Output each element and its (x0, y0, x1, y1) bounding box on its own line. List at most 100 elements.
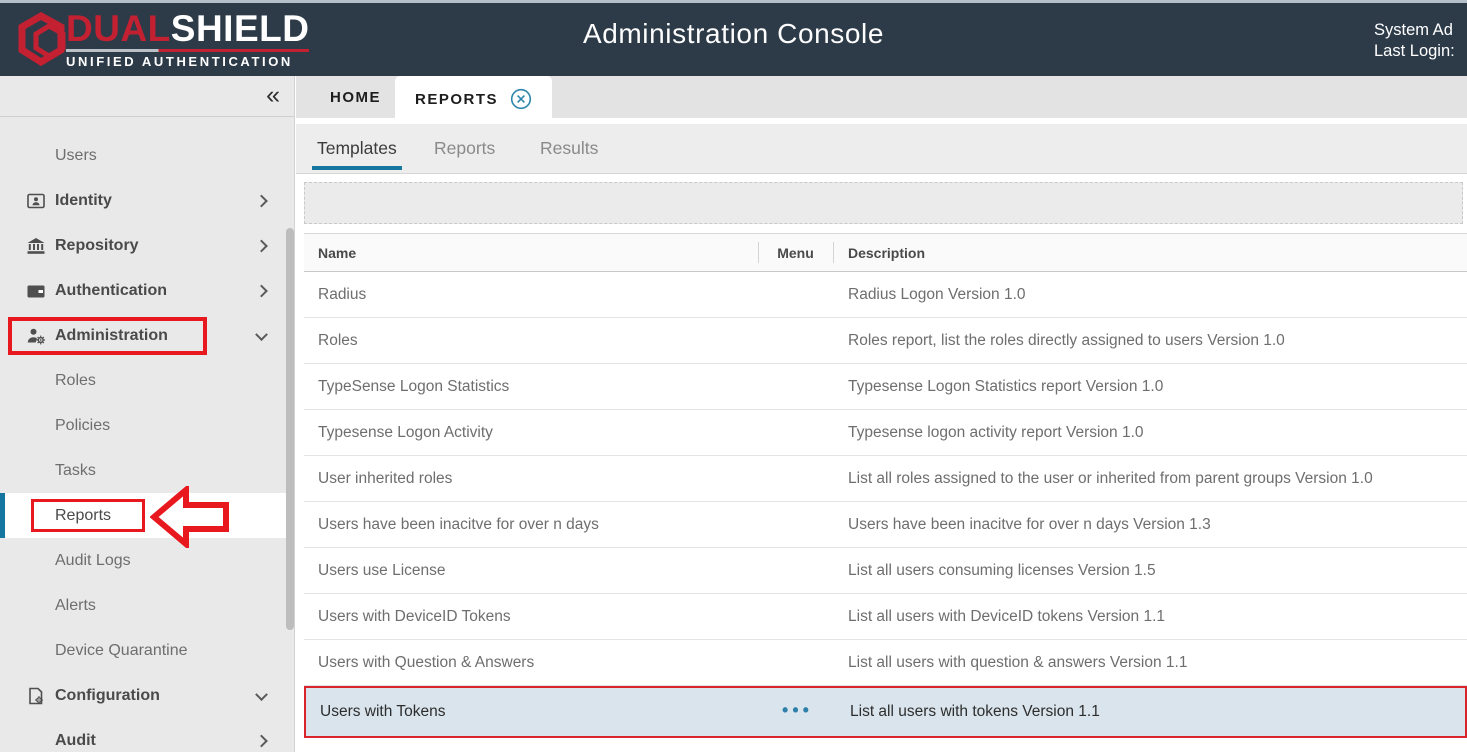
subtab-label: Templates (317, 138, 397, 158)
app-header: DUALSHIELD UNIFIED AUTHENTICATION Admini… (0, 0, 1467, 76)
table-row[interactable]: TypeSense Logon Statistics Typesense Log… (304, 364, 1467, 410)
column-header-name[interactable]: Name (304, 245, 758, 261)
templates-table: Name Menu Description Radius Radius Logo… (304, 233, 1467, 738)
sidebar-item-label: Audit (55, 732, 96, 750)
sidebar-item-label: Tasks (55, 462, 96, 480)
tab-label: HOME (330, 89, 381, 106)
subtab-label: Reports (434, 138, 495, 158)
table-row[interactable]: Radius Radius Logon Version 1.0 (304, 272, 1467, 318)
sidebar-item-label: Identity (55, 192, 112, 210)
chevron-right-icon (255, 239, 268, 252)
cell-name: Users use License (304, 562, 758, 580)
sidebar-nav: Users Identity Repository Authentication (0, 117, 294, 752)
table-row[interactable]: Typesense Logon Activity Typesense logon… (304, 410, 1467, 456)
tab-strip: HOME REPORTS (296, 76, 1467, 118)
sidebar-item-label: Users (55, 147, 97, 165)
wallet-icon (26, 281, 46, 301)
cell-description: List all roles assigned to the user or i… (833, 470, 1467, 488)
chevron-down-icon (255, 328, 268, 341)
tab-home[interactable]: HOME (310, 76, 401, 118)
table-row[interactable]: Users have been inacitve for over n days… (304, 502, 1467, 548)
sidebar-item-label: Repository (55, 237, 139, 255)
sidebar-collapse-row: « (0, 76, 294, 117)
sidebar-item-label: Configuration (55, 687, 160, 705)
subtab-label: Results (540, 138, 598, 158)
table-row-selected[interactable]: Users with Tokens ••• List all users wit… (304, 686, 1467, 738)
cell-name: Users with Question & Answers (304, 654, 758, 672)
table-row[interactable]: Roles Roles report, list the roles direc… (304, 318, 1467, 364)
collapse-sidebar-icon[interactable]: « (266, 81, 280, 109)
sidebar-item-device-quarantine[interactable]: Device Quarantine (0, 628, 294, 673)
sidebar-item-label: Alerts (55, 597, 96, 615)
user-info: System Ad Last Login: (1374, 20, 1467, 62)
sidebar-item-tasks[interactable]: Tasks (0, 448, 294, 493)
sidebar-scrollbar[interactable] (286, 228, 294, 630)
column-header-menu[interactable]: Menu (758, 245, 833, 261)
sidebar-item-audit[interactable]: Audit (0, 718, 294, 752)
templates-toolbar (304, 182, 1463, 224)
cell-description: Typesense Logon Statistics report Versio… (833, 378, 1467, 396)
row-menu-icon[interactable]: ••• (782, 700, 813, 720)
cell-name: Users have been inacitve for over n days (304, 516, 758, 534)
sidebar-item-identity[interactable]: Identity (0, 178, 294, 223)
sidebar-item-roles[interactable]: Roles (0, 358, 294, 403)
cell-description: List all users with DeviceID tokens Vers… (833, 608, 1467, 626)
sidebar-item-label: Reports (55, 507, 111, 525)
sidebar-item-label: Policies (55, 417, 110, 435)
sidebar-item-reports[interactable]: Reports (0, 493, 294, 538)
tab-reports[interactable]: REPORTS (395, 76, 552, 122)
subtab-strip: Templates Reports Results (296, 124, 1467, 174)
table-row[interactable]: Users use License List all users consumi… (304, 548, 1467, 594)
last-login: Last Login: (1374, 41, 1467, 62)
file-gear-icon (26, 686, 46, 706)
page-title: Administration Console (0, 18, 1467, 50)
chevron-right-icon (255, 734, 268, 747)
subtab-templates[interactable]: Templates (312, 124, 402, 173)
table-header-row: Name Menu Description (304, 233, 1467, 272)
sidebar: « Users Identity Repository Authenticati… (0, 76, 295, 752)
sidebar-item-label: Administration (55, 327, 168, 345)
sidebar-item-users[interactable]: Users (0, 133, 294, 178)
cell-description: Roles report, list the roles directly as… (833, 332, 1467, 350)
column-divider (758, 242, 759, 263)
sidebar-item-label: Roles (55, 372, 96, 390)
cell-description: List all users with question & answers V… (833, 654, 1467, 672)
user-gear-icon (26, 326, 46, 346)
table-row[interactable]: User inherited roles List all roles assi… (304, 456, 1467, 502)
cell-description: Users have been inacitve for over n days… (833, 516, 1467, 534)
sidebar-item-repository[interactable]: Repository (0, 223, 294, 268)
cell-name: TypeSense Logon Statistics (304, 378, 758, 396)
cell-name: User inherited roles (304, 470, 758, 488)
chevron-right-icon (255, 284, 268, 297)
dualshield-admin-console: { "colors": { "header_bg": "#2d3b49", "b… (0, 0, 1467, 752)
subtab-results[interactable]: Results (535, 124, 603, 173)
chevron-right-icon (255, 194, 268, 207)
sidebar-item-authentication[interactable]: Authentication (0, 268, 294, 313)
brand-tagline: UNIFIED AUTHENTICATION (66, 54, 309, 69)
subtab-reports[interactable]: Reports (429, 124, 500, 173)
sidebar-item-audit-logs[interactable]: Audit Logs (0, 538, 294, 583)
column-header-description[interactable]: Description (833, 245, 1467, 261)
cell-name: Users with Tokens (306, 703, 760, 721)
chevron-down-icon (255, 688, 268, 701)
tab-label: REPORTS (415, 91, 498, 108)
column-divider (833, 242, 834, 263)
sidebar-item-administration[interactable]: Administration (0, 313, 294, 358)
cell-description: List all users consuming licenses Versio… (833, 562, 1467, 580)
cell-description: Typesense logon activity report Version … (833, 424, 1467, 442)
sidebar-item-configuration[interactable]: Configuration (0, 673, 294, 718)
user-name: System Ad (1374, 20, 1467, 41)
close-tab-icon[interactable] (510, 88, 532, 110)
table-row[interactable]: Users with DeviceID Tokens List all user… (304, 594, 1467, 640)
sidebar-item-label: Authentication (55, 282, 167, 300)
sidebar-item-label: Audit Logs (55, 552, 131, 570)
cell-name: Users with DeviceID Tokens (304, 608, 758, 626)
sidebar-item-policies[interactable]: Policies (0, 403, 294, 448)
sidebar-item-alerts[interactable]: Alerts (0, 583, 294, 628)
cell-name: Typesense Logon Activity (304, 424, 758, 442)
cell-description: List all users with tokens Version 1.1 (835, 703, 1465, 721)
cell-description: Radius Logon Version 1.0 (833, 286, 1467, 304)
cell-name: Radius (304, 286, 758, 304)
table-row[interactable]: Users with Question & Answers List all u… (304, 640, 1467, 686)
bank-icon (26, 236, 46, 256)
